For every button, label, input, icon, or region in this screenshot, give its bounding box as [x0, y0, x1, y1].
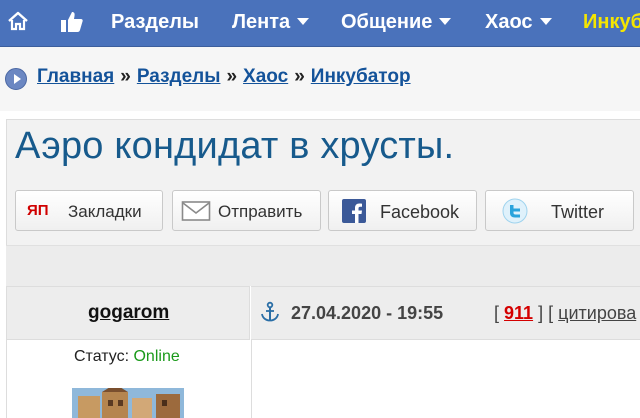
breadcrumb-incubator[interactable]: Инкубатор — [311, 66, 411, 87]
bracket-open: [ — [548, 303, 554, 323]
nav-item-chaos[interactable]: Хаос — [485, 10, 552, 34]
nav-item-incubator[interactable]: Инкуб — [583, 10, 640, 34]
facebook-icon — [342, 199, 366, 228]
chevron-down-icon — [439, 18, 452, 25]
nav-item-sections[interactable]: Разделы — [111, 10, 199, 34]
status-online-badge: Online — [133, 348, 180, 365]
chevron-down-icon — [539, 18, 552, 25]
author-username[interactable]: gogarom — [88, 302, 169, 324]
breadcrumb-separator: » — [226, 66, 238, 87]
chevron-down-icon — [297, 18, 310, 25]
envelope-icon — [181, 199, 211, 228]
bookmarks-button[interactable]: ЯП Закладки — [15, 190, 163, 231]
twitter-bird-icon — [502, 198, 528, 229]
breadcrumb-chaos[interactable]: Хаос — [243, 66, 288, 87]
breadcrumb-sections[interactable]: Разделы — [137, 66, 221, 87]
send-label: Отправить — [218, 202, 303, 221]
twitter-label: Twitter — [551, 202, 605, 222]
breadcrumb-arrow-icon — [5, 68, 27, 90]
send-button[interactable]: Отправить — [172, 190, 321, 231]
home-icon[interactable] — [6, 9, 30, 33]
quote-link[interactable]: цитирова — [558, 303, 636, 323]
status-label: Статус: — [74, 348, 130, 365]
post-date: 27.04.2020 - 19:55 — [291, 303, 444, 323]
author-status: Статус: Online — [74, 348, 180, 366]
anchor-icon[interactable] — [259, 301, 281, 328]
avatar[interactable] — [72, 388, 184, 418]
yap-logo-icon: ЯП — [27, 202, 49, 219]
facebook-button[interactable]: Facebook — [328, 190, 477, 231]
share-buttons: ЯП Закладки Отправить Facebook Twitter — [0, 190, 640, 232]
bookmarks-label: Закладки — [68, 202, 142, 221]
breadcrumb-links: Главная» Разделы» Хаос» Инкубатор — [37, 66, 411, 88]
breadcrumb-separator: » — [294, 66, 305, 87]
page-title: Аэро кондидат в хрусты. — [15, 125, 455, 167]
bracket-open: [ — [494, 303, 500, 323]
nav-item-feed[interactable]: Лента — [232, 10, 310, 34]
post-number-link[interactable]: 911 — [504, 303, 533, 323]
twitter-button[interactable]: Twitter — [485, 190, 634, 231]
post-number-and-quote: [ 911 ] [ цитирова — [494, 303, 636, 324]
topic-toolbar-strip — [6, 245, 640, 286]
breadcrumb-separator: » — [120, 66, 131, 87]
breadcrumb-home[interactable]: Главная — [37, 66, 114, 87]
bracket-close: ] — [538, 303, 544, 323]
nav-item-communication[interactable]: Общение — [341, 10, 452, 34]
breadcrumb: Главная» Разделы» Хаос» Инкубатор — [0, 47, 640, 111]
facebook-label: Facebook — [380, 202, 460, 222]
thumbs-up-icon[interactable] — [59, 9, 85, 35]
top-navigation-bar: Разделы Лента Общение Хаос Инкуб — [0, 0, 640, 47]
